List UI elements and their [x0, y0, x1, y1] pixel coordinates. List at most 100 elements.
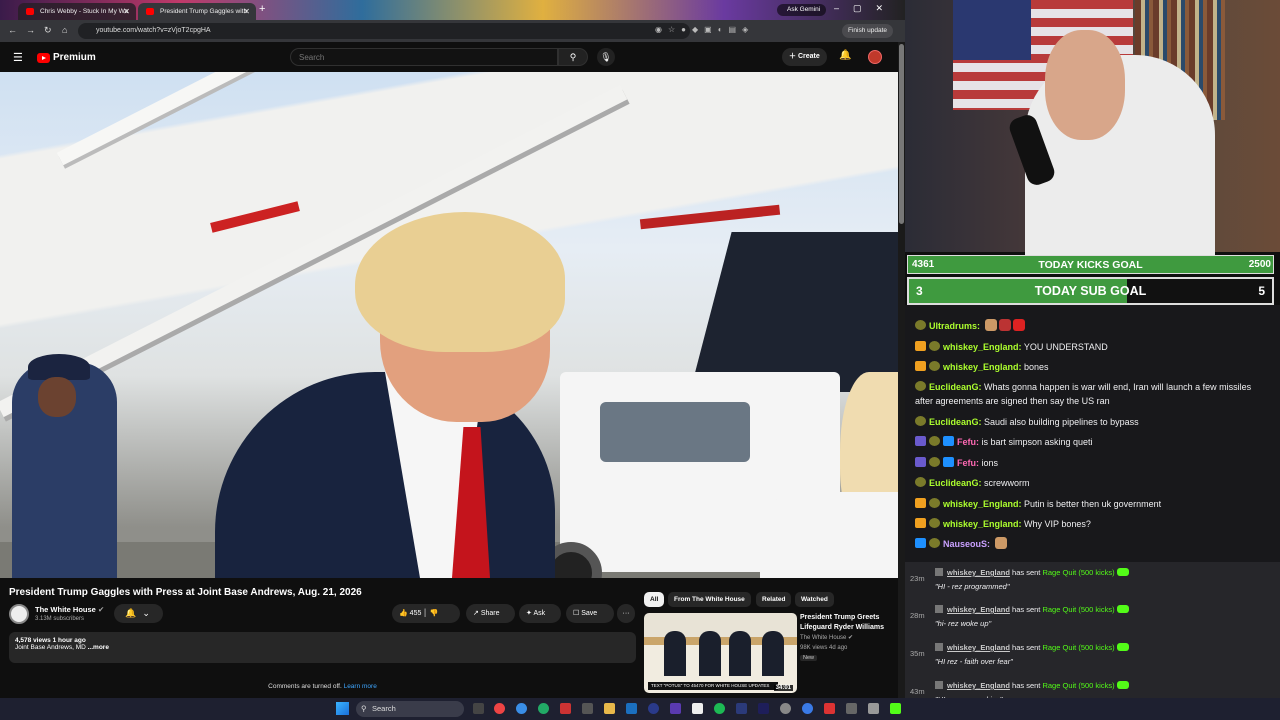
- new-tab-button[interactable]: +: [259, 3, 265, 15]
- show-more-link[interactable]: ...more: [88, 644, 109, 651]
- menu-icon[interactable]: ☰: [13, 51, 23, 64]
- notifications-bell-icon[interactable]: 🔔: [839, 50, 851, 61]
- window-controls[interactable]: –▢✕: [834, 3, 897, 14]
- chat-message: EuclideanG: screwworm: [915, 476, 1270, 490]
- gold-badge-icon: [915, 361, 926, 371]
- app-icon[interactable]: [670, 703, 681, 714]
- search-button[interactable]: ⚲: [558, 48, 588, 66]
- close-tab-icon[interactable]: ✕: [243, 3, 250, 20]
- app-icon[interactable]: [494, 703, 505, 714]
- chat-username[interactable]: Fefu:: [957, 458, 979, 468]
- app-icon[interactable]: [824, 703, 835, 714]
- gold-badge-icon: [915, 498, 926, 508]
- chat-username[interactable]: whiskey_England:: [943, 342, 1022, 352]
- subscribed-bell-button[interactable]: 🔔⌄: [114, 604, 163, 623]
- chat-username[interactable]: whiskey_England:: [943, 362, 1022, 372]
- chat-username[interactable]: NauseouS:: [943, 539, 990, 549]
- task-view-icon[interactable]: [473, 703, 484, 714]
- blue-badge-icon: [915, 538, 926, 548]
- learn-more-link[interactable]: Learn more: [344, 683, 377, 690]
- tab-chris-webby[interactable]: Chris Webby - Stuck In My Wa ✕: [18, 3, 136, 20]
- tab-president-trump[interactable]: President Trump Gaggles with ✕: [138, 3, 256, 20]
- chat-username[interactable]: Fefu:: [957, 437, 979, 447]
- app-icon[interactable]: [736, 703, 747, 714]
- app-icon[interactable]: [582, 703, 593, 714]
- back-arrow-icon[interactable]: ←: [8, 25, 17, 35]
- taskbar-search[interactable]: ⚲ Search: [356, 701, 464, 717]
- tab-label: Chris Webby - Stuck In My Wa: [40, 8, 129, 15]
- tab-bar: Chris Webby - Stuck In My Wa ✕ President…: [0, 0, 905, 20]
- description-box[interactable]: 4,578 views 1 hour ago Joint Base Andrew…: [9, 632, 636, 663]
- app-icon[interactable]: [780, 703, 791, 714]
- chrome-icon[interactable]: [516, 703, 527, 714]
- chat-username[interactable]: EuclideanG:: [929, 478, 982, 488]
- description-text: Joint Base Andrews, MD: [15, 644, 86, 651]
- speaker-hair: [355, 212, 565, 352]
- youtube-favicon-icon: [26, 8, 34, 15]
- event-username[interactable]: whiskey_England: [947, 643, 1010, 652]
- start-windows-icon[interactable]: [336, 702, 349, 715]
- app-icon[interactable]: [868, 703, 879, 714]
- app-icon[interactable]: [846, 703, 857, 714]
- chat-username[interactable]: EuclideanG:: [929, 382, 982, 392]
- app-icon[interactable]: [802, 703, 813, 714]
- event-action: has sent: [1009, 643, 1043, 652]
- chat-text: YOU UNDERSTAND: [1021, 342, 1108, 352]
- save-button[interactable]: ☐ Save: [566, 604, 614, 623]
- chat-username[interactable]: whiskey_England:: [943, 499, 1022, 509]
- create-button[interactable]: ＋ Create: [782, 48, 827, 66]
- chat-username[interactable]: EuclideanG:: [929, 417, 982, 427]
- chip-all[interactable]: All: [644, 592, 665, 607]
- kick-icon[interactable]: [890, 703, 901, 714]
- event-username[interactable]: whiskey_England: [947, 568, 1010, 577]
- chat-username[interactable]: Ultradrums:: [929, 321, 980, 331]
- youtube-logo[interactable]: Premium: [37, 52, 96, 64]
- ask-button[interactable]: ✦ Ask: [519, 604, 561, 623]
- chat-username[interactable]: whiskey_England:: [943, 519, 1022, 529]
- thumb-figure: [762, 631, 784, 676]
- app-icon[interactable]: [538, 703, 549, 714]
- coin-badge-icon: [929, 538, 940, 548]
- extensions-icons[interactable]: ◉☆●◆▣◐▤◈: [655, 25, 754, 34]
- video-player[interactable]: [0, 72, 898, 578]
- reload-icon[interactable]: ↻: [44, 25, 52, 36]
- forward-arrow-icon[interactable]: →: [26, 25, 35, 35]
- kick-event: 35m whiskey_England has sent Rage Quit (5…: [905, 643, 1280, 673]
- spotify-icon[interactable]: [714, 703, 725, 714]
- more-actions-button[interactable]: ···: [617, 604, 635, 623]
- chip-watched[interactable]: Watched: [795, 592, 834, 607]
- event-line: whiskey_England has sent Rage Quit (500 …: [935, 681, 1129, 690]
- app-icon[interactable]: [692, 703, 703, 714]
- search-icon: ⚲: [569, 52, 577, 62]
- channel-name[interactable]: The White House ✔: [35, 605, 104, 614]
- chat-message: NauseouS:: [915, 537, 1270, 551]
- share-button[interactable]: ↗ Share: [466, 604, 515, 623]
- search-input[interactable]: [290, 48, 558, 66]
- steam-icon[interactable]: [626, 703, 637, 714]
- chat-message: Ultradrums:: [915, 319, 1270, 333]
- close-tab-icon[interactable]: ✕: [123, 3, 130, 20]
- scrollbar-thumb[interactable]: [899, 44, 904, 224]
- chip-related[interactable]: Related: [756, 592, 792, 607]
- like-button[interactable]: 👍 455 │ 👎: [392, 604, 460, 623]
- chat-message: whiskey_England: Why VIP bones?: [915, 517, 1270, 531]
- url-field[interactable]: youtube.com/watch?v=zVjoT2cpgHA: [78, 23, 690, 39]
- file-explorer-icon[interactable]: [604, 703, 615, 714]
- finish-update-button[interactable]: Finish update: [842, 24, 894, 38]
- coin-badge-icon: [929, 457, 940, 467]
- ask-gemini-button[interactable]: Ask Gemini: [777, 4, 827, 16]
- channel-avatar[interactable]: [9, 604, 29, 624]
- app-icon[interactable]: [648, 703, 659, 714]
- home-icon[interactable]: ⌂: [62, 25, 67, 35]
- voice-search-button[interactable]: 🎙: [597, 48, 615, 66]
- chip-from-the-white-house[interactable]: From The White House: [668, 592, 751, 607]
- youtube-play-icon: [37, 53, 50, 63]
- account-avatar[interactable]: [868, 50, 882, 64]
- app-icon[interactable]: [560, 703, 571, 714]
- related-video-thumbnail[interactable]: TEXT "POTUS" TO 45470 FOR WHITE HOUSE UP…: [644, 613, 797, 693]
- event-action: has sent: [1009, 605, 1043, 614]
- event-username[interactable]: whiskey_England: [947, 605, 1010, 614]
- premiere-icon[interactable]: [758, 703, 769, 714]
- related-video-title[interactable]: President Trump Greets Lifeguard Ryder W…: [800, 613, 895, 633]
- event-username[interactable]: whiskey_England: [947, 681, 1010, 690]
